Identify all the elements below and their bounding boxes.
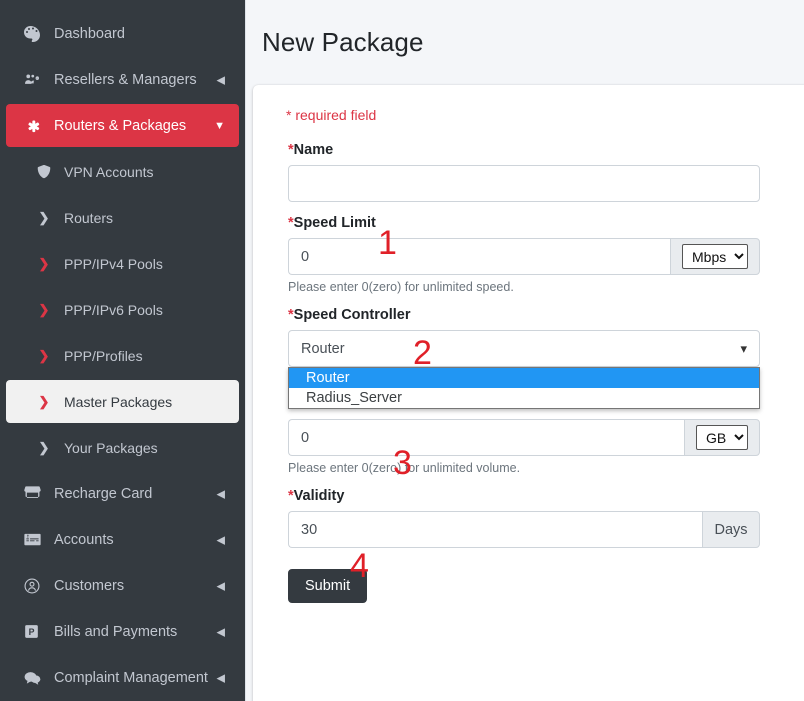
asterisk-icon bbox=[24, 118, 46, 134]
caret-left-icon: ◀ bbox=[216, 534, 225, 546]
caret-left-icon: ◀ bbox=[216, 672, 225, 684]
field-group-speed-controller: *Speed Controller Router ▾ Router Radius_… bbox=[283, 306, 784, 409]
sidebar-item-label: PPP/Profiles bbox=[64, 347, 143, 364]
chevron-right-red-icon: ❯ bbox=[38, 255, 50, 271]
label-speed-limit: *Speed Limit bbox=[288, 215, 376, 231]
validity-input[interactable] bbox=[288, 511, 702, 548]
sidebar-item-master-packages[interactable]: ❯ Master Packages bbox=[6, 380, 239, 423]
shield-icon bbox=[34, 164, 54, 180]
svg-text:P: P bbox=[29, 627, 35, 637]
chevron-right-red-icon: ❯ bbox=[38, 301, 50, 317]
speed-controller-option[interactable]: Radius_Server bbox=[289, 388, 759, 408]
speed-controller-option[interactable]: Router bbox=[289, 368, 759, 388]
sidebar-item-dashboard[interactable]: Dashboard bbox=[6, 12, 239, 55]
sidebar-item-ppp-ipv6-pools[interactable]: ❯ PPP/IPv6 Pools bbox=[6, 288, 239, 331]
label-validity: *Validity bbox=[288, 488, 344, 504]
sidebar-item-label: Resellers & Managers bbox=[54, 71, 197, 88]
caret-left-icon: ◀ bbox=[216, 488, 225, 500]
chevron-right-gray-icon: ❯ bbox=[38, 439, 50, 455]
sidebar-item-label: Dashboard bbox=[54, 25, 125, 42]
field-group-speed-limit: *Speed Limit Mbps Please enter 0(zero) f… bbox=[283, 214, 784, 294]
caret-left-icon: ◀ bbox=[216, 74, 225, 86]
page-header: New Package bbox=[246, 0, 804, 85]
sidebar: Dashboard Resellers & Managers ◀ Routers & … bbox=[0, 0, 245, 701]
sidebar-item-recharge-card[interactable]: Recharge Card ◀ bbox=[6, 472, 239, 515]
sidebar-item-vpn-accounts[interactable]: VPN Accounts bbox=[6, 150, 239, 193]
caret-left-icon: ◀ bbox=[216, 626, 225, 638]
label-name: *Name bbox=[288, 142, 333, 158]
money-check-icon bbox=[24, 533, 46, 546]
comments-icon bbox=[24, 671, 46, 685]
speed-controller-options-list[interactable]: Router Radius_Server bbox=[288, 367, 760, 409]
required-field-note: * required field bbox=[286, 107, 377, 123]
label-speed-controller: *Speed Controller bbox=[288, 307, 410, 323]
sidebar-item-ppp-profiles[interactable]: ❯ PPP/Profiles bbox=[6, 334, 239, 377]
speed-limit-input[interactable] bbox=[288, 238, 670, 275]
sidebar-item-customers[interactable]: Customers ◀ bbox=[6, 564, 239, 607]
store-icon bbox=[24, 486, 46, 501]
sidebar-item-ppp-ipv4-pools[interactable]: ❯ PPP/IPv4 Pools bbox=[6, 242, 239, 285]
speed-limit-input-group: Mbps bbox=[288, 238, 760, 275]
sidebar-item-label: Your Packages bbox=[64, 439, 158, 456]
sidebar-item-label: PPP/IPv6 Pools bbox=[64, 301, 163, 318]
field-group-validity: *Validity Days bbox=[283, 487, 784, 548]
caret-down-icon: ▼ bbox=[214, 119, 225, 132]
main-content: New Package * required field *Name *Spee… bbox=[245, 0, 804, 701]
sidebar-item-bills-and-payments[interactable]: P Bills and Payments ◀ bbox=[6, 610, 239, 653]
speed-unit-select[interactable]: Mbps bbox=[682, 244, 748, 269]
sidebar-item-your-packages[interactable]: ❯ Your Packages bbox=[6, 426, 239, 469]
sidebar-item-label: Routers & Packages bbox=[54, 117, 187, 134]
volume-limit-hint: Please enter 0(zero) for unlimited volum… bbox=[288, 461, 521, 475]
volume-unit-select[interactable]: GB bbox=[696, 425, 748, 450]
app-root: Dashboard Resellers & Managers ◀ Routers & … bbox=[0, 0, 804, 701]
sidebar-item-accounts[interactable]: Accounts ◀ bbox=[6, 518, 239, 561]
field-group-name: *Name bbox=[283, 141, 784, 202]
label-name-text: Name bbox=[293, 142, 334, 158]
form-card: * required field *Name *Speed Limit Mbps bbox=[253, 85, 804, 701]
sidebar-item-complaint-management[interactable]: Complaint Management ◀ bbox=[6, 656, 239, 699]
volume-limit-input[interactable] bbox=[288, 419, 684, 456]
submit-button[interactable]: Submit bbox=[288, 569, 368, 603]
sidebar-item-label: Master Packages bbox=[64, 393, 173, 410]
caret-left-icon: ◀ bbox=[216, 580, 225, 592]
chevron-right-red-icon: ❯ bbox=[38, 347, 50, 363]
page-title: New Package bbox=[262, 27, 424, 57]
users-cog-icon bbox=[24, 72, 46, 87]
name-input[interactable] bbox=[288, 165, 760, 202]
label-speed-limit-text: Speed Limit bbox=[293, 215, 376, 231]
sidebar-item-routers-packages[interactable]: Routers & Packages ▼ bbox=[6, 104, 239, 147]
speed-controller-value: Router bbox=[301, 340, 345, 357]
sidebar-item-label: VPN Accounts bbox=[64, 163, 154, 180]
user-circle-icon bbox=[24, 578, 46, 594]
volume-unit-addon: GB bbox=[684, 419, 760, 456]
speed-unit-addon: Mbps bbox=[670, 238, 760, 275]
p-square-icon: P bbox=[24, 624, 46, 639]
chevron-right-red-icon: ❯ bbox=[38, 393, 50, 409]
label-speed-controller-text: Speed Controller bbox=[293, 307, 411, 323]
speed-controller-select[interactable]: Router ▾ bbox=[288, 330, 760, 367]
volume-limit-input-group: GB bbox=[288, 419, 760, 456]
sidebar-item-label: Complaint Management bbox=[54, 669, 208, 686]
sidebar-item-resellers-managers[interactable]: Resellers & Managers ◀ bbox=[6, 58, 239, 101]
sidebar-item-label: Bills and Payments bbox=[54, 623, 178, 640]
speed-limit-hint: Please enter 0(zero) for unlimited speed… bbox=[288, 280, 514, 294]
sidebar-item-label: Accounts bbox=[54, 531, 114, 548]
sidebar-item-label: Routers bbox=[64, 209, 114, 226]
label-validity-text: Validity bbox=[293, 488, 345, 504]
sidebar-item-label: PPP/IPv4 Pools bbox=[64, 255, 163, 272]
validity-input-group: Days bbox=[288, 511, 760, 548]
sidebar-item-routers[interactable]: ❯ Routers bbox=[6, 196, 239, 239]
chevron-right-gray-icon: ❯ bbox=[38, 209, 50, 225]
palette-icon bbox=[24, 25, 46, 42]
sidebar-item-label: Recharge Card bbox=[54, 485, 153, 502]
validity-unit-addon: Days bbox=[702, 511, 760, 548]
chevron-down-icon: ▾ bbox=[740, 340, 747, 356]
sidebar-item-label: Customers bbox=[54, 577, 125, 594]
